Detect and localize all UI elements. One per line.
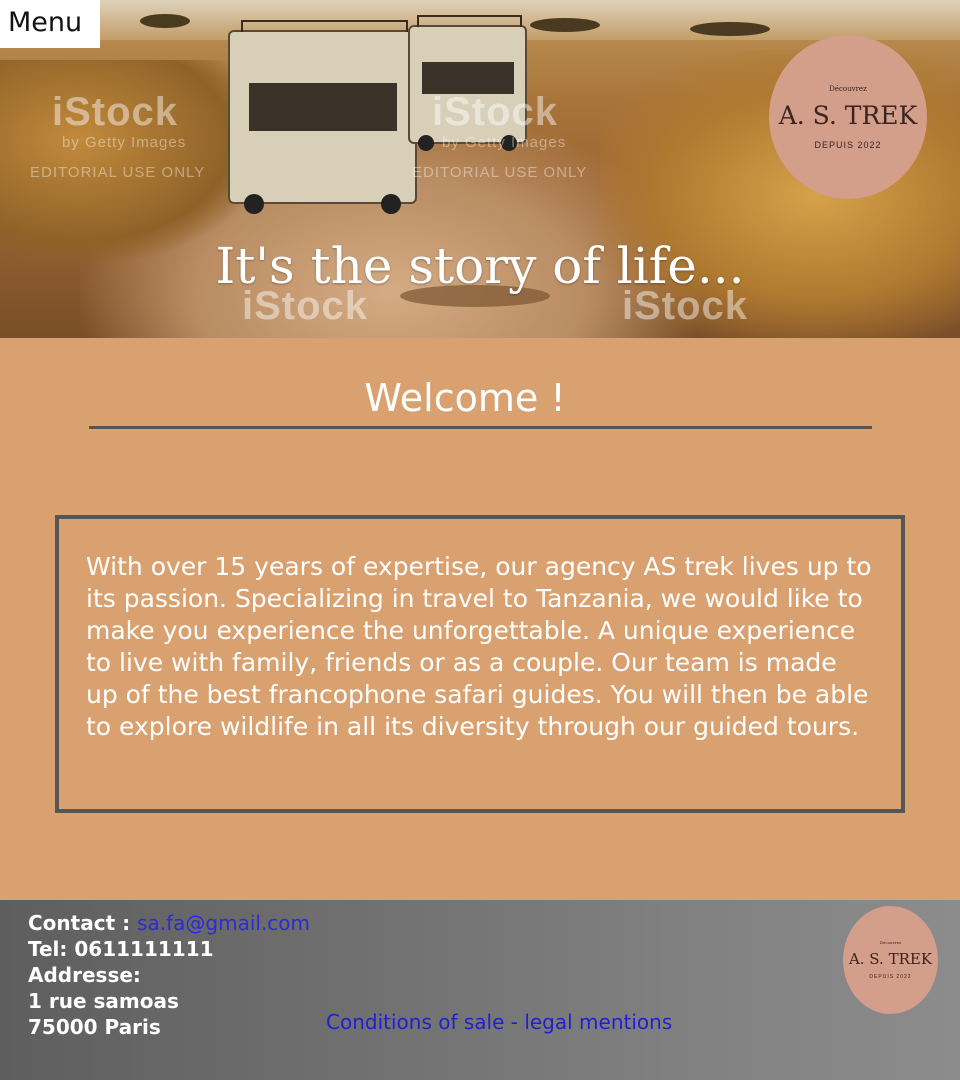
logo-top-text: Découvrez — [829, 84, 867, 93]
contact-block: Contact : sa.fa@gmail.com Tel: 061111111… — [28, 910, 310, 1040]
tree-icon — [690, 22, 770, 36]
watermark-sub: by Getty Images — [62, 134, 187, 151]
tree-icon — [140, 14, 190, 28]
watermark-sub: by Getty Images — [442, 134, 567, 151]
about-text: With over 15 years of expertise, our age… — [86, 552, 872, 741]
contact-label: Contact : — [28, 911, 131, 935]
logo-top-text: Découvrez — [879, 940, 902, 945]
welcome-heading: Welcome ! — [364, 376, 566, 420]
watermark-text: iStock — [52, 90, 179, 134]
logo-name: A. S. TREK — [848, 950, 933, 968]
watermark-text: iStock — [432, 90, 559, 134]
logo-since: DEPUIS 2022 — [869, 974, 912, 980]
hero-tagline: It's the story of life... — [215, 237, 745, 295]
contact-tel: Tel: 0611111111 — [28, 937, 214, 961]
legal-links: Conditions of sale - legal mentions — [326, 1010, 672, 1034]
footer: Contact : sa.fa@gmail.com Tel: 061111111… — [0, 900, 960, 1080]
address-label: Addresse: — [28, 963, 141, 987]
contact-email-link[interactable]: sa.fa@gmail.com — [137, 911, 310, 935]
address-city: 75000 Paris — [28, 1015, 161, 1039]
heading-divider — [89, 426, 872, 429]
watermark-editorial: EDITORIAL USE ONLY — [412, 164, 588, 181]
legal-mentions-link[interactable]: Conditions of sale - legal mentions — [326, 1010, 672, 1034]
menu-button[interactable]: Menu — [0, 0, 100, 48]
safari-vehicle-front — [228, 20, 417, 214]
logo-since: DEPUIS 2022 — [814, 139, 882, 150]
address-street: 1 rue samoas — [28, 989, 179, 1013]
about-box: With over 15 years of expertise, our age… — [55, 515, 905, 813]
main-content: Welcome ! With over 15 years of expertis… — [0, 338, 960, 900]
footer-logo[interactable]: Découvrez A. S. TREK DEPUIS 2022 — [843, 906, 938, 1014]
brand-logo[interactable]: Découvrez A. S. TREK DEPUIS 2022 — [769, 35, 927, 199]
watermark-editorial: EDITORIAL USE ONLY — [30, 164, 206, 181]
logo-name: A. S. TREK — [778, 100, 918, 130]
tree-icon — [530, 18, 600, 32]
